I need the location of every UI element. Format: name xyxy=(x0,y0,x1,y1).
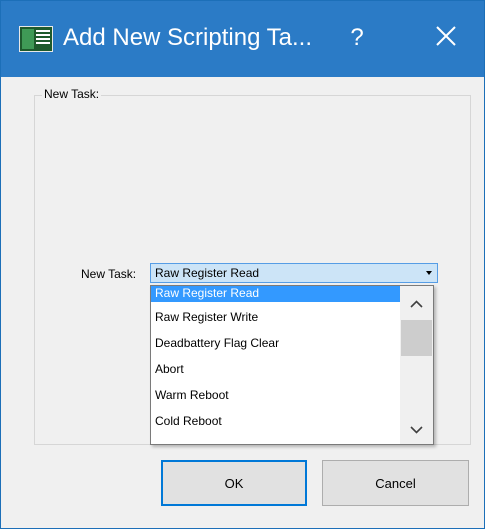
dropdown-scrollbar[interactable] xyxy=(400,286,433,444)
scroll-thumb[interactable] xyxy=(401,320,432,356)
help-button[interactable]: ? xyxy=(337,15,377,61)
dialog-window: Add New Scripting Ta... ? New Task: New … xyxy=(0,0,485,529)
list-item[interactable]: Abort xyxy=(151,356,400,382)
scroll-down-button[interactable] xyxy=(400,416,433,444)
list-item[interactable]: Raw Register Read xyxy=(151,286,400,302)
close-button[interactable] xyxy=(421,15,471,61)
dialog-body: New Task: New Task: Raw Register Read Ra… xyxy=(1,77,484,528)
list-item[interactable]: Warm Reboot xyxy=(151,382,400,408)
ok-button[interactable]: OK xyxy=(161,460,307,506)
list-item[interactable]: Raw Register Write xyxy=(151,304,400,330)
dropdown-arrow-icon[interactable] xyxy=(426,271,432,275)
new-task-label: New Task: xyxy=(81,267,137,281)
list-item[interactable]: Deadbattery Flag Clear xyxy=(151,330,400,356)
list-item[interactable]: Cold Reboot xyxy=(151,408,400,434)
window-title: Add New Scripting Ta... xyxy=(63,24,313,51)
scroll-up-button[interactable] xyxy=(400,290,433,318)
combo-selected-value: Raw Register Read xyxy=(155,266,260,280)
task-dropdown-list[interactable]: Raw Register Read Raw Register Write Dea… xyxy=(150,285,434,445)
chevron-down-icon xyxy=(410,426,423,434)
close-icon xyxy=(436,26,456,46)
title-bar[interactable]: Add New Scripting Ta... ? xyxy=(1,1,484,77)
chevron-up-icon xyxy=(410,300,423,308)
cancel-button[interactable]: Cancel xyxy=(322,460,469,506)
groupbox-legend: New Task: xyxy=(42,87,102,101)
new-task-combobox[interactable]: Raw Register Read xyxy=(150,263,438,283)
window-app-icon xyxy=(19,26,53,52)
